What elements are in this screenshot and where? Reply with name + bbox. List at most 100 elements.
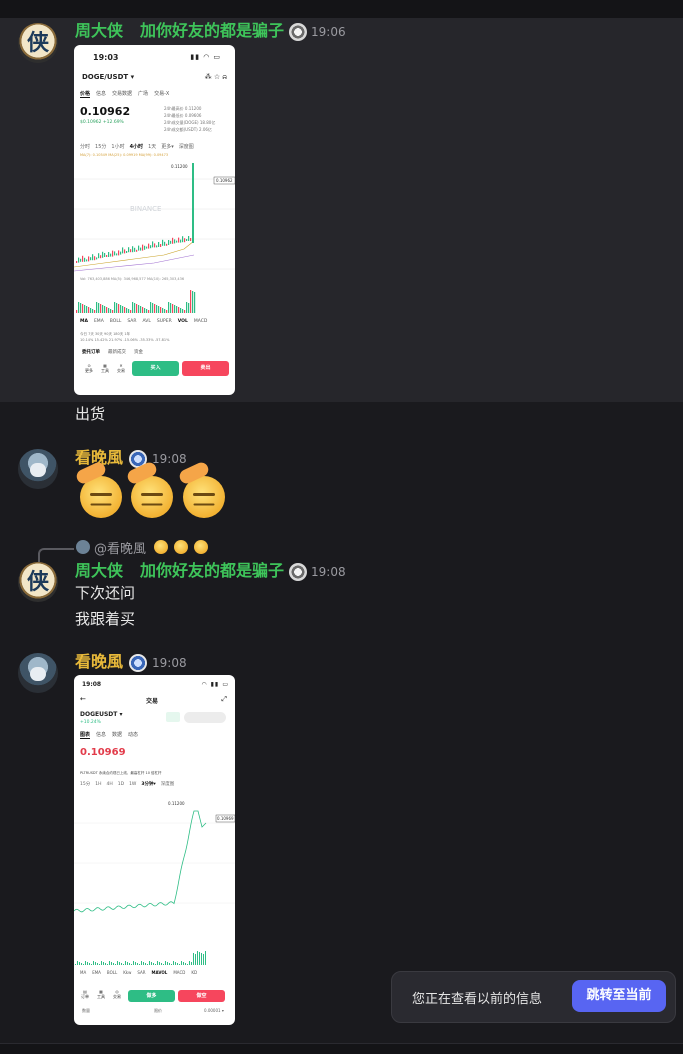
volume-bar <box>174 305 176 313</box>
candle <box>144 245 146 250</box>
reply-avatar[interactable] <box>76 540 90 554</box>
more-tool: ⊙ 更多 <box>85 363 93 373</box>
timestamp: 19:08 <box>311 565 346 579</box>
volume-bar <box>143 962 144 965</box>
volume-bar <box>142 307 144 313</box>
volume-bar <box>178 307 180 313</box>
timestamp: 19:08 <box>152 656 187 670</box>
volume-bar <box>164 309 166 313</box>
avatar[interactable] <box>18 653 58 693</box>
salute-emoji-icon <box>174 540 188 554</box>
volume-bar <box>133 961 134 965</box>
high-tag: 0.11200 <box>168 801 185 806</box>
volume-bar <box>131 964 132 965</box>
avatar[interactable] <box>18 449 58 489</box>
volume-bar <box>86 306 88 313</box>
volume-bar <box>154 304 156 313</box>
candle <box>166 243 168 246</box>
candle <box>80 258 82 262</box>
username[interactable]: 周大侠 <box>75 21 123 41</box>
header-title: 交易 <box>146 698 159 705</box>
volume-bar <box>88 307 90 313</box>
price-change: $0.10962 +12.69% <box>80 120 124 125</box>
interval: 更多▾ <box>161 144 174 150</box>
username[interactable]: 看晚風 <box>75 652 123 672</box>
indicator: MACD <box>173 970 186 975</box>
ma-badge <box>166 712 180 722</box>
volume-bar <box>99 964 100 965</box>
volume-bar <box>83 964 84 965</box>
avatar[interactable]: 侠 <box>18 23 58 63</box>
volume-bar <box>94 310 96 313</box>
expand-icon: ⤢ <box>221 695 227 703</box>
buy-button: 买入 <box>132 361 179 376</box>
role-badge-icon <box>289 23 307 41</box>
volume-bar <box>153 963 154 965</box>
indicator: AVL <box>142 319 151 324</box>
salute-emoji-icon <box>154 540 168 554</box>
jump-to-present-button[interactable]: 跳转至当前 <box>572 980 666 1012</box>
volume-bar <box>135 962 136 965</box>
volume-bar <box>158 306 160 313</box>
indicator: MA <box>80 319 88 324</box>
high-tag: 0.11200 <box>171 164 188 169</box>
interval: 1天 <box>148 144 157 150</box>
timestamp: 19:08 <box>152 452 187 466</box>
volume-bar <box>144 308 146 313</box>
reply-reference[interactable]: @看晚風 <box>94 538 146 557</box>
phone-status-bar: 19:08 ◠ ▮▮ ▭ <box>74 675 235 697</box>
volume-bar <box>114 302 116 313</box>
candle <box>136 249 138 252</box>
candle <box>112 250 114 257</box>
stat-low: 24h最低价 0.09606 <box>164 113 202 118</box>
volume-bar <box>106 307 108 313</box>
username-suffix[interactable]: 加你好友的都是骗子 <box>140 21 284 41</box>
candle <box>86 259 88 262</box>
avatar[interactable]: 侠 <box>18 562 58 602</box>
stat-volume: 24h成交量(DOGE) 18.80亿 <box>164 120 216 125</box>
candle <box>76 261 78 263</box>
volume-bar <box>160 307 162 313</box>
volume-bar <box>195 954 196 965</box>
candle <box>186 239 188 241</box>
indicator: SAR <box>137 970 146 975</box>
image-attachment[interactable]: 19:08 ◠ ▮▮ ▭ ← 交易 ⤢ DOGEUSDT ▾ +10.24% 图… <box>74 675 235 1025</box>
candle <box>102 251 104 258</box>
volume-bar <box>78 302 80 313</box>
trade-tool: ◎ 交易 <box>113 989 121 999</box>
trade-tool: ✕ 交易 <box>117 363 125 373</box>
username-suffix[interactable]: 加你好友的都是骗子 <box>140 561 284 581</box>
volume-bar <box>197 951 198 965</box>
volume-bar <box>81 963 82 965</box>
username[interactable]: 周大侠 <box>75 561 123 581</box>
volume-bar <box>163 964 164 965</box>
volume-bar <box>199 952 200 965</box>
volume-bar <box>100 304 102 313</box>
volume-bar <box>150 302 152 313</box>
volume-bar <box>148 310 150 313</box>
volume-bar <box>189 961 190 965</box>
candle <box>140 247 142 251</box>
image-attachment[interactable]: 19:03 ▮▮ ◠ ▭ DOGE/USDT ▾ ⁂ ☆ ⍾ 价格 信息 交易数据广… <box>74 45 235 395</box>
volume-bar <box>92 309 94 313</box>
reply-connector <box>38 548 74 562</box>
last-price: 0.10962 <box>80 105 131 118</box>
volume-bar <box>165 961 166 965</box>
indicator: MAVOL <box>151 970 168 975</box>
volume-bar <box>132 302 134 313</box>
timestamp: 19:06 <box>311 25 346 39</box>
mode-toggle <box>184 712 226 723</box>
volume-bar <box>125 961 126 965</box>
volume-bar <box>194 292 196 313</box>
volume-bar <box>115 964 116 965</box>
candle <box>96 257 98 260</box>
candle <box>130 249 132 253</box>
tab-chart: 图表 <box>80 732 91 739</box>
orders-tool: ▤ 订单 <box>81 989 89 999</box>
tab-data: 数据 <box>112 732 123 738</box>
candle <box>126 251 128 253</box>
indicator: SUPER <box>156 319 172 324</box>
candle <box>180 239 182 243</box>
volume-bar <box>138 305 140 313</box>
order-tab: 最新成交 <box>108 350 126 355</box>
